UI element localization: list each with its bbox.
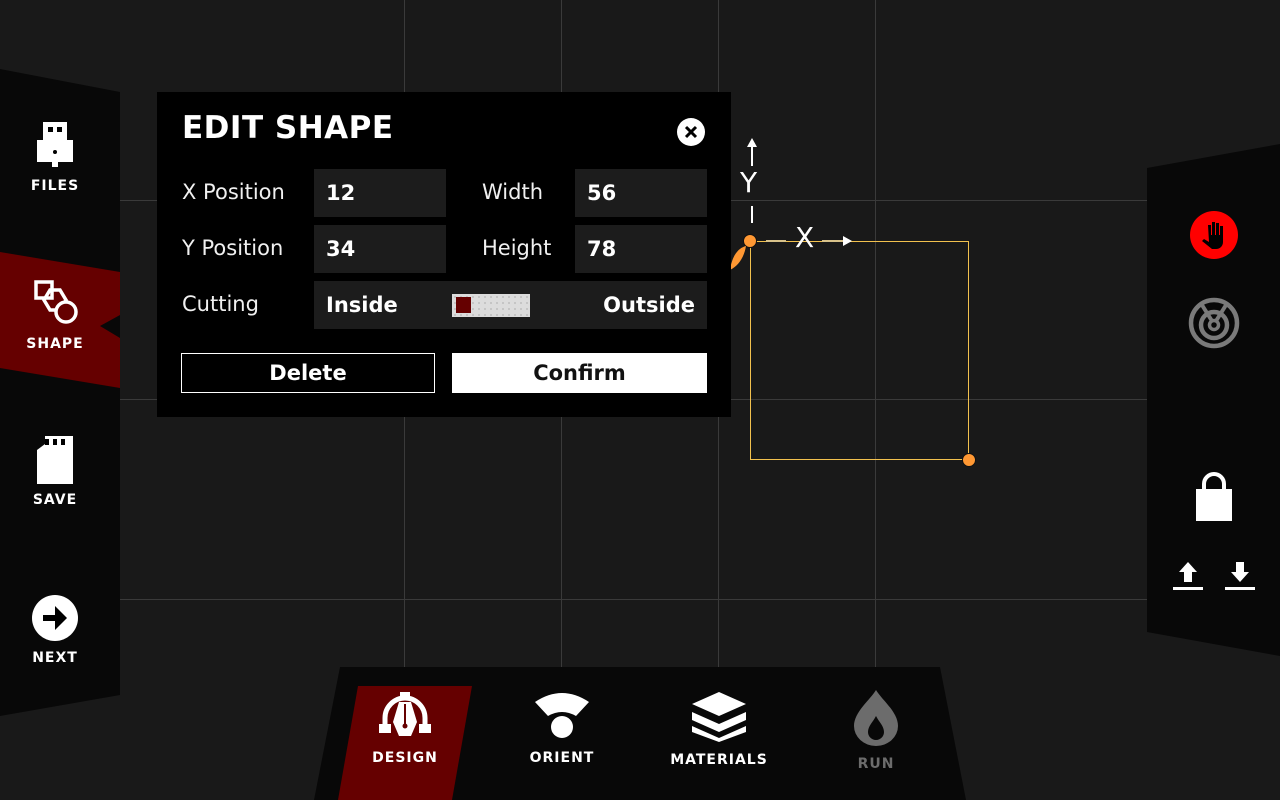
x-axis-label: X xyxy=(795,221,815,254)
tab-orient[interactable]: ORIENT xyxy=(502,690,622,766)
x-position-input[interactable]: 12 xyxy=(314,169,446,217)
sidebar-item-label: FILES xyxy=(30,178,80,194)
usb-drive-icon xyxy=(37,122,73,167)
sidebar-item-label: NEXT xyxy=(32,650,78,666)
rotate-handle[interactable] xyxy=(728,244,750,274)
width-label: Width xyxy=(482,180,544,204)
shape-rectangle[interactable] xyxy=(750,241,969,460)
layers-icon xyxy=(692,692,746,742)
x-position-label: X Position xyxy=(182,180,285,204)
shape-handle-bottom-right[interactable] xyxy=(962,453,976,467)
dialog-title: EDIT SHAPE xyxy=(182,110,394,146)
y-position-input[interactable]: 34 xyxy=(314,225,446,273)
cutting-label: Cutting xyxy=(182,292,259,316)
cutting-selector: Inside Outside xyxy=(314,281,707,329)
grid-line xyxy=(0,599,1280,600)
delete-button[interactable]: Delete xyxy=(181,353,435,393)
tab-label: MATERIALS xyxy=(670,752,768,768)
flame-icon xyxy=(854,690,898,746)
arrow-right-circle-icon xyxy=(32,595,78,641)
upload-icon[interactable] xyxy=(1172,560,1204,592)
y-axis-label: Y xyxy=(740,166,758,199)
cutting-option-outside[interactable]: Outside xyxy=(603,281,695,329)
download-icon[interactable] xyxy=(1224,560,1256,592)
confirm-button[interactable]: Confirm xyxy=(452,353,707,393)
height-label: Height xyxy=(482,236,552,260)
edit-shape-dialog: EDIT SHAPE X Position 12 Width 56 Y Posi… xyxy=(157,92,731,417)
lock-icon[interactable] xyxy=(1194,472,1234,522)
tab-label: RUN xyxy=(857,756,895,772)
sidebar-item-label: SHAPE xyxy=(26,336,84,352)
tab-materials[interactable]: MATERIALS xyxy=(659,690,779,768)
toggle-knob xyxy=(456,297,471,313)
left-sidebar xyxy=(0,69,120,716)
sd-card-icon xyxy=(37,436,73,484)
height-input[interactable]: 78 xyxy=(575,225,707,273)
orient-icon xyxy=(535,693,589,738)
sidebar-item-next[interactable]: NEXT xyxy=(0,594,110,666)
cutting-option-inside[interactable]: Inside xyxy=(326,281,398,329)
width-input[interactable]: 56 xyxy=(575,169,707,217)
shapes-icon xyxy=(34,280,78,324)
tab-label: ORIENT xyxy=(529,750,595,766)
right-toolbar xyxy=(1147,144,1280,656)
sidebar-item-shape[interactable]: SHAPE xyxy=(0,280,110,352)
sidebar-item-save[interactable]: SAVE xyxy=(0,436,110,508)
y-position-label: Y Position xyxy=(182,236,284,260)
tab-design[interactable]: DESIGN xyxy=(345,690,465,766)
tab-run[interactable]: RUN xyxy=(816,690,936,772)
cutting-toggle[interactable] xyxy=(452,294,530,317)
sidebar-item-label: SAVE xyxy=(32,492,78,508)
close-button[interactable] xyxy=(677,118,705,146)
target-icon[interactable] xyxy=(1188,297,1240,349)
sidebar-item-files[interactable]: FILES xyxy=(0,122,110,194)
stop-hand-icon[interactable] xyxy=(1190,211,1238,259)
close-icon xyxy=(684,125,698,139)
pen-tool-icon xyxy=(379,692,431,736)
tab-label: DESIGN xyxy=(372,750,438,766)
